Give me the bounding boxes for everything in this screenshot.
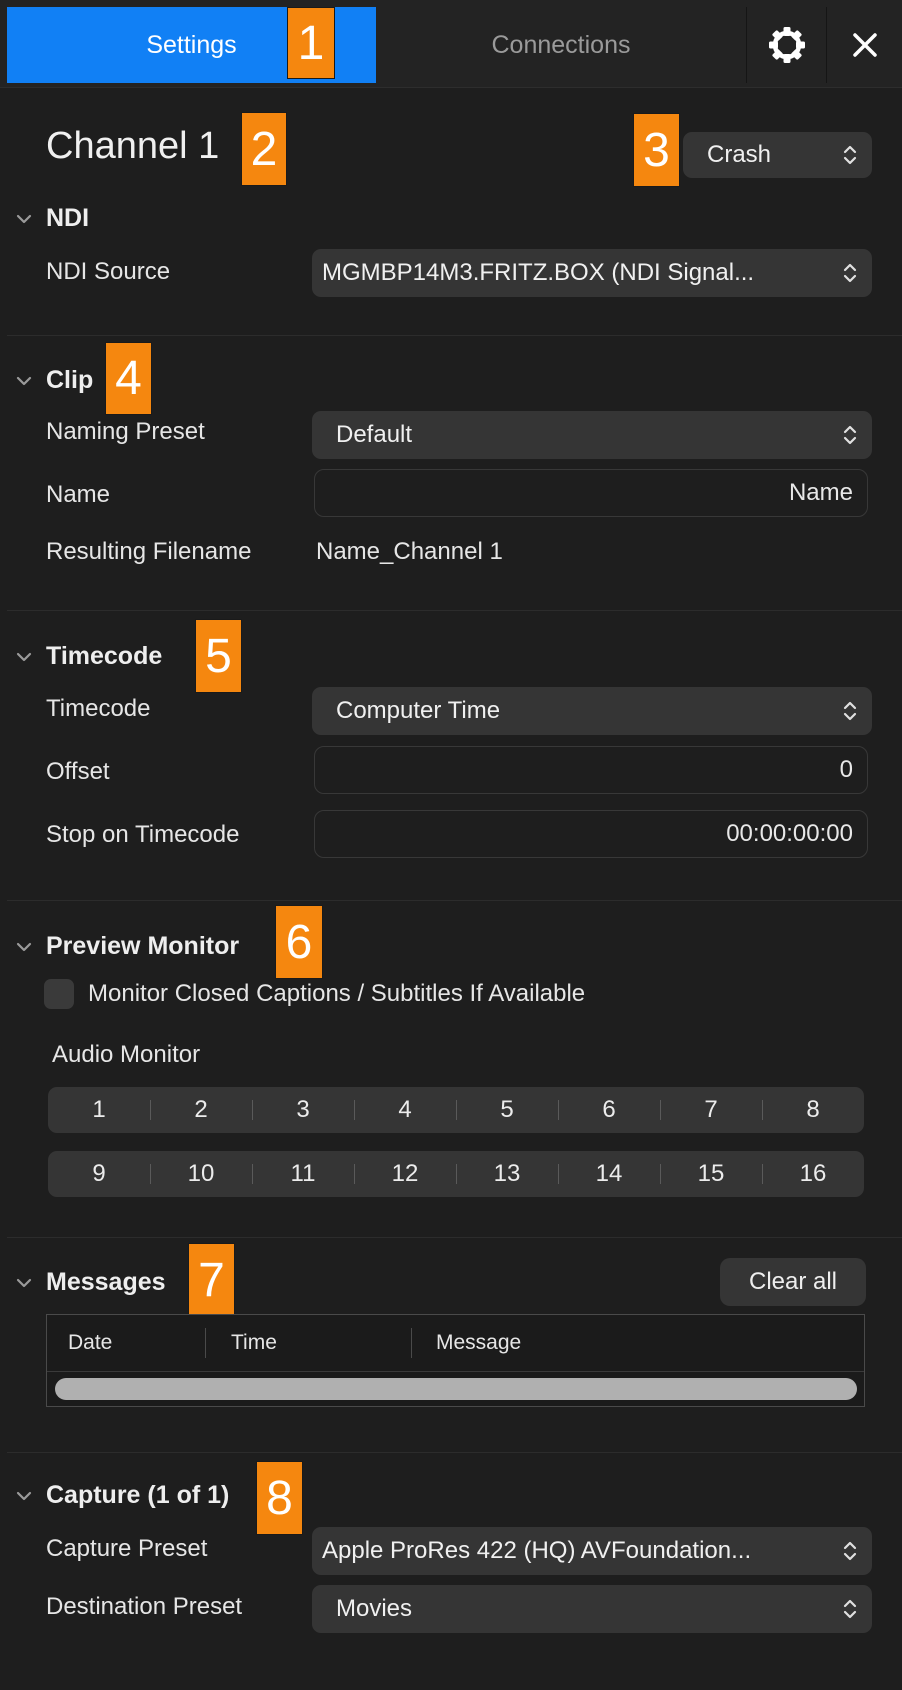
audio-channel-button[interactable]: 12 — [354, 1151, 456, 1197]
column-header-date[interactable]: Date — [68, 1315, 112, 1371]
resulting-filename-label: Resulting Filename — [46, 538, 252, 565]
audio-monitor-label: Audio Monitor — [52, 1041, 201, 1068]
annotation-badge-3: 3 — [633, 113, 680, 187]
chevron-down-icon[interactable] — [14, 940, 34, 954]
stop-on-timecode-field[interactable]: 00:00:00:00 — [314, 810, 868, 858]
audio-channel-button[interactable]: 4 — [354, 1087, 456, 1133]
audio-channel-button[interactable]: 7 — [660, 1087, 762, 1133]
annotation-badge-2: 2 — [241, 112, 287, 186]
audio-channel-button[interactable]: 14 — [558, 1151, 660, 1197]
up-down-chevrons-icon — [828, 1539, 872, 1563]
annotation-badge-7: 7 — [188, 1243, 235, 1317]
name-field-value: Name — [788, 479, 853, 506]
capture-preset-label: Capture Preset — [46, 1535, 208, 1562]
capture-preset-select[interactable]: Apple ProRes 422 (HQ) AVFoundation... — [312, 1527, 872, 1575]
clip-heading: Clip — [46, 366, 94, 394]
audio-channel-button[interactable]: 13 — [456, 1151, 558, 1197]
ndi-heading: NDI — [46, 204, 90, 232]
audio-channel-button[interactable]: 5 — [456, 1087, 558, 1133]
audio-channel-button[interactable]: 3 — [252, 1087, 354, 1133]
up-down-chevrons-icon — [828, 143, 872, 167]
messages-heading: Messages — [46, 1268, 166, 1296]
annotation-badge-6: 6 — [275, 905, 323, 979]
timecode-select-value: Computer Time — [336, 697, 501, 724]
up-down-chevrons-icon — [828, 423, 872, 447]
column-header-time[interactable]: Time — [231, 1315, 277, 1371]
settings-button[interactable] — [746, 7, 827, 83]
closed-captions-checkbox[interactable] — [44, 979, 74, 1009]
annotation-badge-8: 8 — [256, 1461, 303, 1535]
offset-label: Offset — [46, 758, 110, 785]
up-down-chevrons-icon — [828, 261, 872, 285]
audio-monitor-row-2: 9 10 11 12 13 14 15 16 — [48, 1151, 864, 1197]
ndi-source-label: NDI Source — [46, 258, 171, 285]
mode-select-value: Crash — [707, 141, 772, 168]
section-divider — [7, 1452, 902, 1453]
capture-preset-value: Apple ProRes 422 (HQ) AVFoundation... — [322, 1537, 752, 1564]
naming-preset-label: Naming Preset — [46, 418, 205, 445]
column-divider[interactable] — [205, 1328, 206, 1358]
annotation-badge-5: 5 — [195, 619, 242, 693]
up-down-chevrons-icon — [828, 699, 872, 723]
audio-channel-button[interactable]: 9 — [48, 1151, 150, 1197]
timecode-label: Timecode — [46, 695, 151, 722]
timecode-heading: Timecode — [46, 642, 163, 670]
close-button[interactable] — [826, 7, 902, 83]
destination-preset-label: Destination Preset — [46, 1593, 243, 1620]
top-bar: Settings Connections — [0, 0, 902, 88]
section-divider — [7, 1237, 902, 1238]
messages-table: Date Time Message — [46, 1314, 865, 1407]
ndi-source-value: MGMBP14M3.FRITZ.BOX (NDI Signal... — [322, 259, 755, 286]
audio-channel-button[interactable]: 16 — [762, 1151, 864, 1197]
chevron-down-icon[interactable] — [14, 212, 34, 226]
chevron-down-icon[interactable] — [14, 650, 34, 664]
channel-title: Channel 1 — [46, 125, 220, 167]
chevron-down-icon[interactable] — [14, 374, 34, 388]
horizontal-scrollbar[interactable] — [55, 1378, 857, 1400]
gear-icon — [769, 27, 805, 63]
destination-preset-select[interactable]: Movies — [312, 1585, 872, 1633]
naming-preset-value: Default — [336, 421, 413, 448]
audio-channel-button[interactable]: 10 — [150, 1151, 252, 1197]
section-divider — [7, 610, 902, 611]
section-divider — [7, 900, 902, 901]
chevron-down-icon[interactable] — [14, 1276, 34, 1290]
stop-on-timecode-value: 00:00:00:00 — [726, 820, 853, 847]
ndi-source-select[interactable]: MGMBP14M3.FRITZ.BOX (NDI Signal... — [312, 249, 872, 297]
mode-select[interactable]: Crash — [683, 132, 872, 178]
audio-channel-button[interactable]: 8 — [762, 1087, 864, 1133]
preview-monitor-heading: Preview Monitor — [46, 932, 240, 960]
up-down-chevrons-icon — [828, 1597, 872, 1621]
resulting-filename-value: Name_Channel 1 — [316, 538, 503, 565]
annotation-badge-4: 4 — [105, 342, 152, 415]
messages-table-header: Date Time Message — [47, 1315, 864, 1372]
audio-channel-button[interactable]: 11 — [252, 1151, 354, 1197]
audio-monitor-row-1: 12345678 — [48, 1087, 864, 1133]
annotation-badge-1: 1 — [287, 7, 335, 79]
tab-connections[interactable]: Connections — [376, 7, 746, 83]
audio-channel-button[interactable]: 1 — [48, 1087, 150, 1133]
chevron-down-icon[interactable] — [14, 1489, 34, 1503]
column-divider[interactable] — [411, 1328, 412, 1358]
section-divider — [7, 335, 902, 336]
name-label: Name — [46, 481, 111, 508]
stop-on-timecode-label: Stop on Timecode — [46, 821, 240, 848]
destination-preset-value: Movies — [336, 1595, 413, 1622]
name-field[interactable]: Name — [314, 469, 868, 517]
closed-captions-label: Monitor Closed Captions / Subtitles If A… — [88, 980, 586, 1007]
audio-channel-button[interactable]: 15 — [660, 1151, 762, 1197]
offset-field[interactable]: 0 — [314, 746, 868, 794]
column-header-message[interactable]: Message — [436, 1315, 521, 1371]
capture-heading: Capture (1 of 1) — [46, 1481, 230, 1509]
naming-preset-select[interactable]: Default — [312, 411, 872, 459]
audio-channel-button[interactable]: 6 — [558, 1087, 660, 1133]
offset-field-value: 0 — [839, 756, 853, 783]
close-icon — [853, 33, 877, 57]
clear-all-button[interactable]: Clear all — [720, 1258, 866, 1306]
audio-channel-button[interactable]: 2 — [150, 1087, 252, 1133]
timecode-select[interactable]: Computer Time — [312, 687, 872, 735]
